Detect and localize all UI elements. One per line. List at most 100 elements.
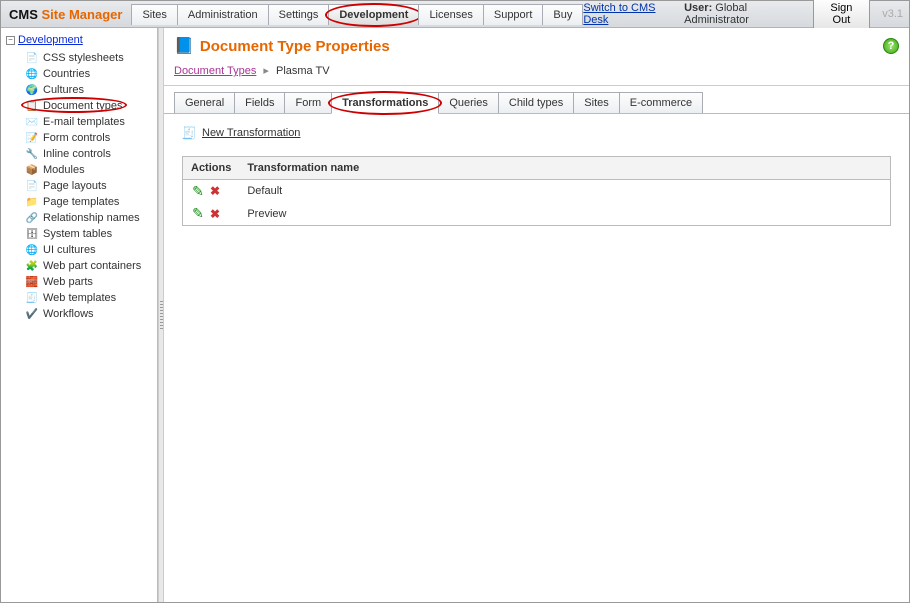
sidebar-item-label: Relationship names — [43, 212, 140, 224]
signout-button[interactable]: Sign Out — [813, 0, 871, 30]
top-tab-buy[interactable]: Buy — [542, 4, 583, 25]
sidebar-item-inline-controls[interactable]: 🔧 Inline controls — [23, 146, 155, 162]
top-tab-administration[interactable]: Administration — [177, 4, 269, 25]
sidebar-icon: 📄 — [25, 51, 39, 65]
tab-queries[interactable]: Queries — [438, 92, 499, 113]
sidebar-item-web-templates[interactable]: 🧾 Web templates — [23, 290, 155, 306]
top-tab-licenses[interactable]: Licenses — [418, 4, 483, 25]
body-area: − Development 📄 CSS stylesheets 🌐 Countries… — [1, 28, 909, 602]
edit-icon[interactable]: ✎ — [191, 184, 205, 198]
user-label: User: — [684, 2, 712, 14]
new-transformation[interactable]: 🧾 New Transformation — [182, 126, 891, 140]
tab-general[interactable]: General — [174, 92, 235, 113]
new-transformation-link[interactable]: New Transformation — [202, 127, 300, 139]
top-tab-development[interactable]: Development — [328, 4, 419, 25]
tab-form[interactable]: Form — [284, 92, 332, 113]
edit-icon[interactable]: ✎ — [191, 207, 205, 221]
logo-sitemanager: Site Manager — [42, 7, 123, 22]
sidebar-item-label: Inline controls — [43, 148, 111, 160]
tab-sites[interactable]: Sites — [573, 92, 619, 113]
top-tab-settings[interactable]: Settings — [268, 4, 330, 25]
sidebar-icon: 🌐 — [25, 243, 39, 257]
logo: CMS Site Manager — [9, 7, 122, 22]
sidebar-icon: 🔗 — [25, 211, 39, 225]
top-bar: CMS Site Manager SitesAdministrationSett… — [1, 1, 909, 28]
tab-fields[interactable]: Fields — [234, 92, 285, 113]
tree-root[interactable]: − Development — [3, 32, 155, 48]
sidebar-item-label: Web parts — [43, 276, 93, 288]
sidebar-item-label: CSS stylesheets — [43, 52, 124, 64]
sidebar-icon: 📋 — [25, 99, 39, 113]
sidebar-item-label: Countries — [43, 68, 90, 80]
sidebar-item-label: Web templates — [43, 292, 116, 304]
tab-e-commerce[interactable]: E-commerce — [619, 92, 703, 113]
delete-icon[interactable]: ✖ — [208, 184, 222, 198]
delete-icon[interactable]: ✖ — [208, 207, 222, 221]
breadcrumb-sep-icon: ▸ — [263, 65, 269, 77]
sidebar-item-cultures[interactable]: 🌍Cultures — [23, 82, 155, 98]
sidebar-item-label: Page templates — [43, 196, 119, 208]
book-icon: 📘 — [174, 36, 194, 56]
sidebar-icon: 🌍 — [25, 83, 39, 97]
sidebar-icon: ✉️ — [25, 115, 39, 129]
sidebar-icon: ✔️ — [25, 307, 39, 321]
transformation-name: Preview — [239, 203, 890, 226]
top-right: Switch to CMS Desk User: Global Administ… — [583, 0, 903, 30]
transformation-name: Default — [239, 180, 890, 203]
sidebar-item-page-templates[interactable]: 📁 Page templates — [23, 194, 155, 210]
sidebar-icon: 📝 — [25, 131, 39, 145]
sidebar-item-ui-cultures[interactable]: 🌐 UI cultures — [23, 242, 155, 258]
table-row: ✎✖ Default — [183, 180, 891, 203]
sidebar-item-label: Document types — [43, 100, 122, 112]
sidebar-item-label: Form controls — [43, 132, 110, 144]
tree-root-label[interactable]: Development — [18, 34, 83, 46]
breadcrumb-current: Plasma TV — [276, 65, 330, 77]
sidebar-item-modules[interactable]: 📦Modules — [23, 162, 155, 178]
logo-cms: CMS — [9, 7, 38, 22]
sidebar-item-relationship-names[interactable]: 🔗 Relationship names — [23, 210, 155, 226]
switch-desk-link[interactable]: Switch to CMS Desk — [583, 2, 676, 26]
new-icon: 🧾 — [182, 126, 196, 140]
sidebar-item-e-mail-templates[interactable]: ✉️ E-mail templates — [23, 114, 155, 130]
version-label: v3.1 — [882, 8, 903, 20]
sidebar-item-web-part-containers[interactable]: 🧩 Web part containers — [23, 258, 155, 274]
sidebar-item-page-layouts[interactable]: 📄Page layouts — [23, 178, 155, 194]
sidebar-item-label: UI cultures — [43, 244, 96, 256]
page-header: 📘 Document Type Properties — [164, 28, 909, 60]
tab-child-types[interactable]: Child types — [498, 92, 574, 113]
sidebar-item-system-tables[interactable]: 🗄 System tables — [23, 226, 155, 242]
sidebar-item-document-types[interactable]: 📋 Document types — [23, 98, 155, 114]
sidebar-item-label: Workflows — [43, 308, 94, 320]
help-icon[interactable]: ? — [883, 38, 899, 54]
top-tab-sites[interactable]: Sites — [131, 4, 177, 25]
sidebar-icon: 📁 — [25, 195, 39, 209]
sidebar-item-css-stylesheets[interactable]: 📄 CSS stylesheets — [23, 50, 155, 66]
breadcrumb: Document Types ▸ Plasma TV — [164, 60, 909, 86]
sidebar-item-label: Page layouts — [43, 180, 107, 192]
sidebar-item-label: System tables — [43, 228, 112, 240]
sidebar-item-web-parts[interactable]: 🧱 Web parts — [23, 274, 155, 290]
sidebar-icon: 🧾 — [25, 291, 39, 305]
sidebar-icon: 🧱 — [25, 275, 39, 289]
tab-transformations[interactable]: Transformations — [331, 92, 439, 114]
sidebar-icon: 🗄 — [25, 227, 39, 241]
sidebar-icon: 🔧 — [25, 147, 39, 161]
content-area: 🧾 New Transformation Actions Transformat… — [164, 114, 909, 238]
sidebar-item-label: Web part containers — [43, 260, 141, 272]
detail-tabs: GeneralFieldsFormTransformationsQueriesC… — [164, 86, 909, 114]
sidebar-icon: 📦 — [25, 163, 39, 177]
sidebar-icon: 🧩 — [25, 259, 39, 273]
transformations-table: Actions Transformation name ✎✖Default✎✖P… — [182, 156, 891, 226]
col-name: Transformation name — [239, 157, 890, 180]
breadcrumb-link[interactable]: Document Types — [174, 65, 256, 77]
sidebar-item-form-controls[interactable]: 📝 Form controls — [23, 130, 155, 146]
sidebar-icon: 🌐 — [25, 67, 39, 81]
tree-collapse-icon[interactable]: − — [6, 36, 15, 45]
sidebar-item-workflows[interactable]: ✔️ Workflows — [23, 306, 155, 322]
table-row: ✎✖ Preview — [183, 203, 891, 226]
sidebar-item-countries[interactable]: 🌐 Countries — [23, 66, 155, 82]
top-tab-support[interactable]: Support — [483, 4, 544, 25]
sidebar: − Development 📄 CSS stylesheets 🌐 Countries… — [1, 28, 158, 602]
sidebar-item-label: E-mail templates — [43, 116, 125, 128]
main-panel: ? 📘 Document Type Properties Document Ty… — [164, 28, 909, 602]
